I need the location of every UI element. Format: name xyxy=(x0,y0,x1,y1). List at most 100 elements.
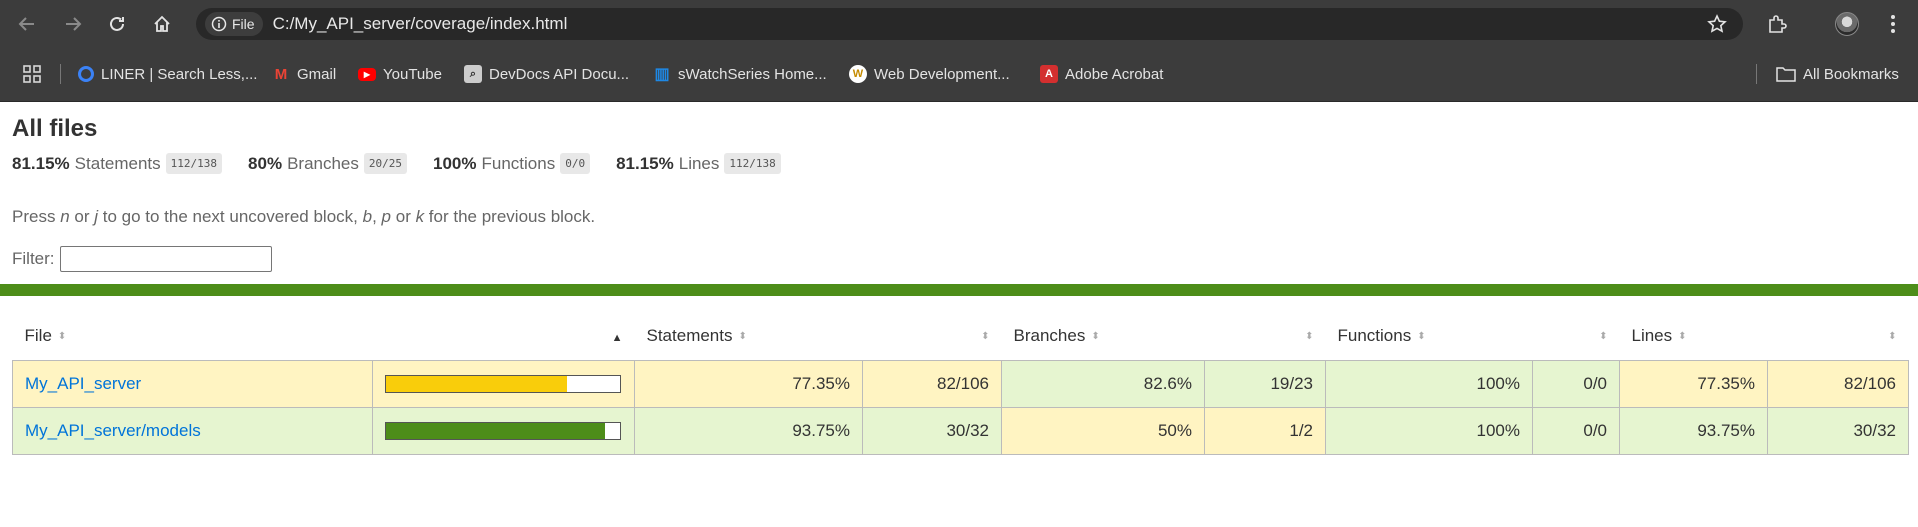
file-link[interactable]: My_API_server xyxy=(25,374,141,393)
sort-asc-icon: ▲ xyxy=(611,331,623,344)
summary-pct: 81.15% xyxy=(12,153,70,173)
column-functions[interactable]: Functions ⬍ xyxy=(1326,312,1533,360)
column-statements-raw[interactable]: ⬍ xyxy=(863,312,1002,360)
extensions-button[interactable] xyxy=(1765,12,1789,36)
reload-button[interactable] xyxy=(102,9,132,39)
all-bookmarks-label: All Bookmarks xyxy=(1803,65,1899,83)
functions-pct: 100% xyxy=(1325,406,1533,455)
bookmark-label: Gmail xyxy=(297,65,337,83)
hint-text: or xyxy=(391,207,416,226)
file-cell: My_API_server/models xyxy=(12,406,373,455)
summary-pct: 80% xyxy=(248,153,283,173)
file-link[interactable]: My_API_server/models xyxy=(25,421,201,440)
column-branches[interactable]: Branches ⬍ xyxy=(1002,312,1205,360)
liner-icon xyxy=(78,66,94,82)
apps-grid-icon xyxy=(23,65,41,83)
statements-fraction: 30/32 xyxy=(862,406,1002,455)
hint-key: n xyxy=(60,207,70,226)
column-label: File xyxy=(24,325,52,345)
browser-menu-button[interactable] xyxy=(1885,12,1901,36)
coverage-bar-cell xyxy=(372,359,635,408)
url-text[interactable]: C:/My_API_server/coverage/index.html xyxy=(273,14,568,34)
hint-key: p xyxy=(381,207,392,226)
column-lines[interactable]: Lines ⬍ xyxy=(1620,312,1768,360)
column-statements[interactable]: Statements ⬍ xyxy=(635,312,863,360)
bookmark-label: LINER | Search Less,... xyxy=(101,65,258,83)
column-functions-raw[interactable]: ⬍ xyxy=(1533,312,1620,360)
folder-icon xyxy=(1776,67,1796,82)
column-file[interactable]: File ⬍ xyxy=(13,312,373,360)
column-label: Statements xyxy=(646,325,733,345)
hint-text: to go to the next uncovered block, xyxy=(98,207,363,226)
summary-fraction: 112/138 xyxy=(724,153,781,174)
sort-icon: ⬍ xyxy=(1417,330,1426,342)
bookmark-acrobat[interactable]: A Adobe Acrobat xyxy=(1040,61,1163,87)
address-bar[interactable]: File C:/My_API_server/coverage/index.htm… xyxy=(196,8,1743,40)
lines-fraction: 30/32 xyxy=(1767,406,1909,455)
column-branches-raw[interactable]: ⬍ xyxy=(1205,312,1326,360)
home-button[interactable] xyxy=(147,9,177,39)
apps-button[interactable] xyxy=(22,64,42,84)
gmail-icon: M xyxy=(274,65,288,83)
file-cell: My_API_server xyxy=(12,359,373,408)
bookmark-liner[interactable]: LINER | Search Less,... xyxy=(78,61,257,87)
profile-avatar[interactable] xyxy=(1835,12,1859,36)
sort-icon: ⬍ xyxy=(1599,330,1608,342)
bookmark-youtube[interactable]: ▶ YouTube xyxy=(358,61,442,87)
acrobat-icon: A xyxy=(1040,65,1058,83)
bookmark-label: Web Development... xyxy=(874,65,1010,83)
bookmark-swatchseries[interactable]: ▥ sWatchSeries Home... xyxy=(653,61,827,87)
site-chip-label: File xyxy=(232,16,255,32)
table-header-row: File ⬍ ▲ Statements ⬍ ⬍ Branches ⬍ ⬍ Functi… xyxy=(13,312,1909,360)
functions-fraction: 0/0 xyxy=(1532,359,1620,408)
hint-text: for the previous block. xyxy=(424,207,596,226)
bookmark-label: Adobe Acrobat xyxy=(1065,65,1164,83)
bookmark-webdev[interactable]: W Web Development... xyxy=(849,61,1010,87)
summary-label: Statements xyxy=(74,153,161,173)
coverage-bar-fill xyxy=(386,422,606,439)
summary-label: Lines xyxy=(678,153,720,173)
column-lines-raw[interactable]: ⬍ xyxy=(1768,312,1909,360)
functions-pct: 100% xyxy=(1325,359,1533,408)
column-file-bar-sort[interactable]: ▲ xyxy=(373,312,635,360)
branches-pct: 50% xyxy=(1001,406,1205,455)
column-label: Functions xyxy=(1337,325,1412,345)
coverage-table: File ⬍ ▲ Statements ⬍ ⬍ Branches ⬍ ⬍ Functi… xyxy=(12,312,1909,455)
bookmark-label: sWatchSeries Home... xyxy=(678,65,827,83)
statements-pct: 93.75% xyxy=(634,406,863,455)
all-bookmarks-button[interactable]: All Bookmarks xyxy=(1776,61,1899,87)
home-icon xyxy=(154,15,170,32)
table-row: My_API_server/models 93.75% 30/32 50% 1/… xyxy=(12,406,1909,455)
bookmark-label: DevDocs API Docu... xyxy=(489,65,630,83)
lines-pct: 93.75% xyxy=(1619,406,1768,455)
table-row: My_API_server 77.35% 82/106 82.6% 19/23 … xyxy=(12,359,1909,408)
summary-fraction: 20/25 xyxy=(363,153,408,174)
filter-input[interactable] xyxy=(59,246,272,272)
forward-button[interactable] xyxy=(58,9,88,39)
site-info-chip[interactable]: File xyxy=(205,12,263,36)
hint-text: Press xyxy=(12,207,61,226)
summary-fraction: 0/0 xyxy=(560,153,591,174)
branches-pct: 82.6% xyxy=(1001,359,1205,408)
coverage-bar xyxy=(385,374,621,393)
summary-pct: 100% xyxy=(433,153,477,173)
puzzle-icon xyxy=(1769,15,1787,33)
bookmark-devdocs[interactable]: ⌕ DevDocs API Docu... xyxy=(464,61,629,87)
lines-fraction: 82/106 xyxy=(1767,359,1909,408)
summary-lines: 81.15% Lines 112/138 xyxy=(616,153,781,174)
sort-icon: ⬍ xyxy=(1091,330,1100,342)
bookmark-star-button[interactable] xyxy=(1705,12,1729,36)
bookmark-gmail[interactable]: M Gmail xyxy=(272,61,336,87)
statements-pct: 77.35% xyxy=(634,359,863,408)
sort-icon: ⬍ xyxy=(981,330,990,342)
hint-key: b xyxy=(362,207,373,226)
keyboard-hint: Press n or j to go to the next uncovered… xyxy=(12,207,595,227)
branches-fraction: 19/23 xyxy=(1204,359,1326,408)
reload-icon xyxy=(110,16,124,31)
browser-toolbar: File C:/My_API_server/coverage/index.htm… xyxy=(0,0,1918,47)
arrow-right-icon xyxy=(66,17,82,31)
back-button[interactable] xyxy=(12,9,42,39)
column-label: Branches xyxy=(1013,325,1086,345)
column-label: Lines xyxy=(1631,325,1673,345)
bookmarks-divider xyxy=(1756,64,1757,84)
